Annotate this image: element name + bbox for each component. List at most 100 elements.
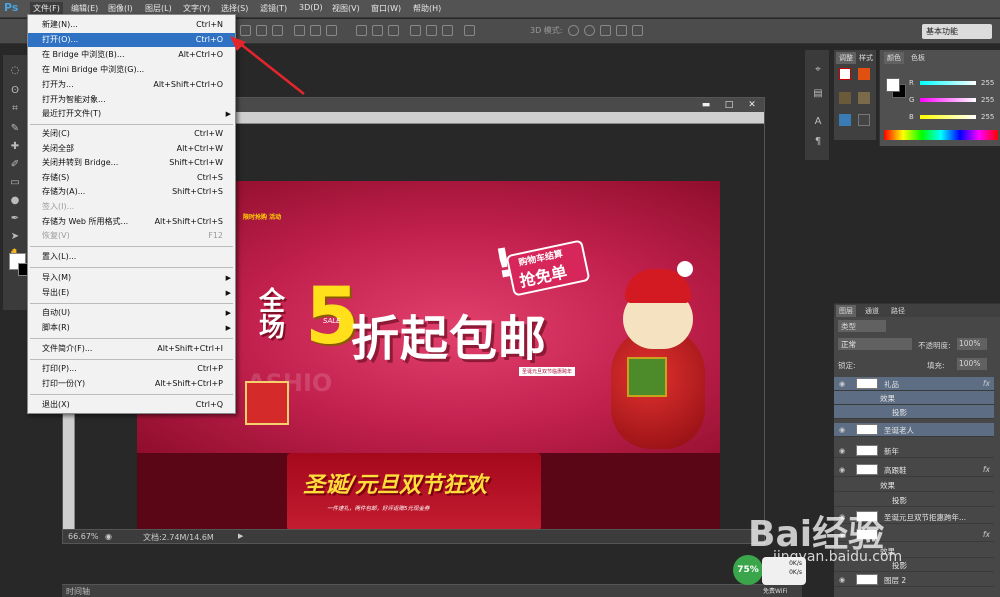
properties-icon[interactable]: ▤ — [811, 88, 825, 100]
crop-tool-icon[interactable]: ⌗ — [8, 103, 22, 115]
effect-row[interactable]: 投影 — [834, 405, 994, 419]
r-value[interactable]: 255 — [981, 79, 994, 87]
fx-icon[interactable]: fx — [983, 379, 990, 388]
blend-mode-select[interactable]: 正常 — [838, 338, 912, 350]
menu-3d[interactable]: 3D(D) — [299, 3, 323, 12]
menu-item-close[interactable]: 关闭(C) Ctrl+W — [28, 127, 235, 141]
minimize-icon[interactable]: ▬ — [696, 99, 716, 111]
style-2-icon[interactable] — [839, 92, 851, 104]
menu-item-revert[interactable]: 恢复(V) F12 — [28, 229, 235, 243]
pen-tool-icon[interactable]: ✒ — [8, 213, 22, 225]
align-bottom-icon[interactable] — [272, 25, 283, 36]
menu-item-check-in[interactable]: 签入(I)... — [28, 200, 235, 214]
fill-input[interactable]: 100% — [957, 358, 987, 370]
character-icon[interactable]: A — [811, 116, 825, 128]
effect-row[interactable]: 效果 — [834, 391, 994, 405]
menu-item-automate[interactable]: 自动(U) ▶ — [28, 306, 235, 320]
marquee-tool-icon[interactable]: ◌ — [8, 65, 22, 77]
menu-item-save-for-web[interactable]: 存储为 Web 所用格式... Alt+Shift+Ctrl+S — [28, 215, 235, 229]
menu-item-file-info[interactable]: 文件简介(F)... Alt+Shift+Ctrl+I — [28, 342, 235, 356]
menu-item-browse-mini-bridge[interactable]: 在 Mini Bridge 中浏览(G)... — [28, 63, 235, 77]
tab-swatches[interactable]: 色板 — [908, 52, 928, 64]
menu-image[interactable]: 图像(I) — [108, 3, 133, 14]
menu-item-scripts[interactable]: 脚本(R) ▶ — [28, 321, 235, 335]
status-menu-icon[interactable]: ◉ — [105, 532, 112, 541]
3d-rotate-icon[interactable] — [568, 25, 579, 36]
menu-select[interactable]: 选择(S) — [221, 3, 248, 14]
timeline-panel-tab[interactable]: 时间轴 — [62, 584, 802, 597]
layer-row[interactable]: ◉ 高跟鞋 fx — [834, 463, 994, 477]
3d-roll-icon[interactable] — [584, 25, 595, 36]
style-3-icon[interactable] — [858, 92, 870, 104]
menu-item-recent-files[interactable]: 最近打开文件(T) ▶ — [28, 107, 235, 121]
menu-item-export[interactable]: 导出(E) ▶ — [28, 286, 235, 300]
blur-tool-icon[interactable]: ● — [8, 195, 22, 207]
style-5-icon[interactable] — [858, 114, 870, 126]
layer-filter-select[interactable]: 类型 — [838, 320, 886, 332]
eye-icon[interactable]: ◉ — [839, 426, 845, 434]
menu-type[interactable]: 文字(Y) — [183, 3, 210, 14]
3d-slide-icon[interactable] — [616, 25, 627, 36]
paragraph-icon[interactable]: ¶ — [811, 136, 825, 148]
menu-item-open-as[interactable]: 打开为... Alt+Shift+Ctrl+O — [28, 78, 235, 92]
panel-fg-swatch[interactable] — [886, 78, 900, 92]
g-slider[interactable] — [920, 98, 976, 102]
tab-styles[interactable]: 样式 — [856, 52, 876, 64]
style-none-icon[interactable] — [839, 68, 851, 80]
menu-item-close-all[interactable]: 关闭全部 Alt+Ctrl+W — [28, 142, 235, 156]
style-4-icon[interactable] — [839, 114, 851, 126]
menu-help[interactable]: 帮助(H) — [413, 3, 441, 14]
close-icon[interactable]: ✕ — [742, 99, 762, 111]
menu-filter[interactable]: 滤镜(T) — [260, 3, 287, 14]
align-top-icon[interactable] — [240, 25, 251, 36]
tab-layers[interactable]: 图层 — [836, 305, 856, 317]
menu-item-save-as[interactable]: 存储为(A)... Shift+Ctrl+S — [28, 185, 235, 199]
align-vcenter-icon[interactable] — [256, 25, 267, 36]
menu-edit[interactable]: 编辑(E) — [71, 3, 98, 14]
menu-item-exit[interactable]: 退出(X) Ctrl+Q — [28, 398, 235, 412]
speed-percent-widget[interactable]: 75% — [733, 555, 763, 585]
g-value[interactable]: 255 — [981, 96, 994, 104]
healing-brush-tool-icon[interactable]: ✚ — [8, 141, 22, 153]
fx-icon[interactable]: fx — [983, 530, 990, 539]
auto-align-icon[interactable] — [464, 25, 475, 36]
r-slider[interactable] — [920, 81, 976, 85]
brush-tool-icon[interactable]: ✐ — [8, 159, 22, 171]
free-wifi-label[interactable]: 免费WiFi — [763, 586, 787, 595]
menu-item-import[interactable]: 导入(M) ▶ — [28, 271, 235, 285]
menu-item-browse-bridge[interactable]: 在 Bridge 中浏览(B)... Alt+Ctrl+O — [28, 48, 235, 62]
color-spectrum[interactable] — [884, 130, 998, 140]
menu-view[interactable]: 视图(V) — [332, 3, 360, 14]
eyedropper-tool-icon[interactable]: ✎ — [8, 123, 22, 135]
menu-item-print-one[interactable]: 打印一份(Y) Alt+Shift+Ctrl+P — [28, 377, 235, 391]
menu-window[interactable]: 窗口(W) — [371, 3, 401, 14]
menu-item-close-go-bridge[interactable]: 关闭并转到 Bridge... Shift+Ctrl+W — [28, 156, 235, 170]
tab-paths[interactable]: 路径 — [888, 305, 908, 317]
layer-row[interactable]: ◉ 图层 2 — [834, 573, 994, 587]
menu-layer[interactable]: 图层(L) — [145, 3, 172, 14]
style-1-icon[interactable] — [858, 68, 870, 80]
align-right-icon[interactable] — [326, 25, 337, 36]
eye-icon[interactable]: ◉ — [839, 576, 845, 584]
align-hcenter-icon[interactable] — [310, 25, 321, 36]
menu-item-open-smart-object[interactable]: 打开为智能对象... — [28, 93, 235, 107]
menu-item-open[interactable]: 打开(O)... Ctrl+O — [28, 33, 235, 47]
3d-scale-icon[interactable] — [632, 25, 643, 36]
zoom-level[interactable]: 66.67% — [68, 532, 99, 541]
b-slider[interactable] — [920, 115, 976, 119]
tab-color[interactable]: 颜色 — [884, 52, 904, 64]
layer-row[interactable]: ◉ 礼品 fx — [834, 377, 994, 391]
lasso-tool-icon[interactable]: ʘ — [8, 85, 22, 97]
distribute-right-icon[interactable] — [442, 25, 453, 36]
eraser-tool-icon[interactable]: ▭ — [8, 177, 22, 189]
layer-row[interactable]: ◉ 圣诞老人 — [834, 423, 994, 437]
history-icon[interactable]: ⌖ — [811, 64, 825, 76]
b-value[interactable]: 255 — [981, 113, 994, 121]
distribute-bottom-icon[interactable] — [388, 25, 399, 36]
distribute-top-icon[interactable] — [356, 25, 367, 36]
distribute-hcenter-icon[interactable] — [426, 25, 437, 36]
opacity-input[interactable]: 100% — [957, 338, 987, 350]
tab-channels[interactable]: 通道 — [862, 305, 882, 317]
eye-icon[interactable]: ◉ — [839, 380, 845, 388]
tab-adjustments[interactable]: 调整 — [836, 52, 856, 64]
